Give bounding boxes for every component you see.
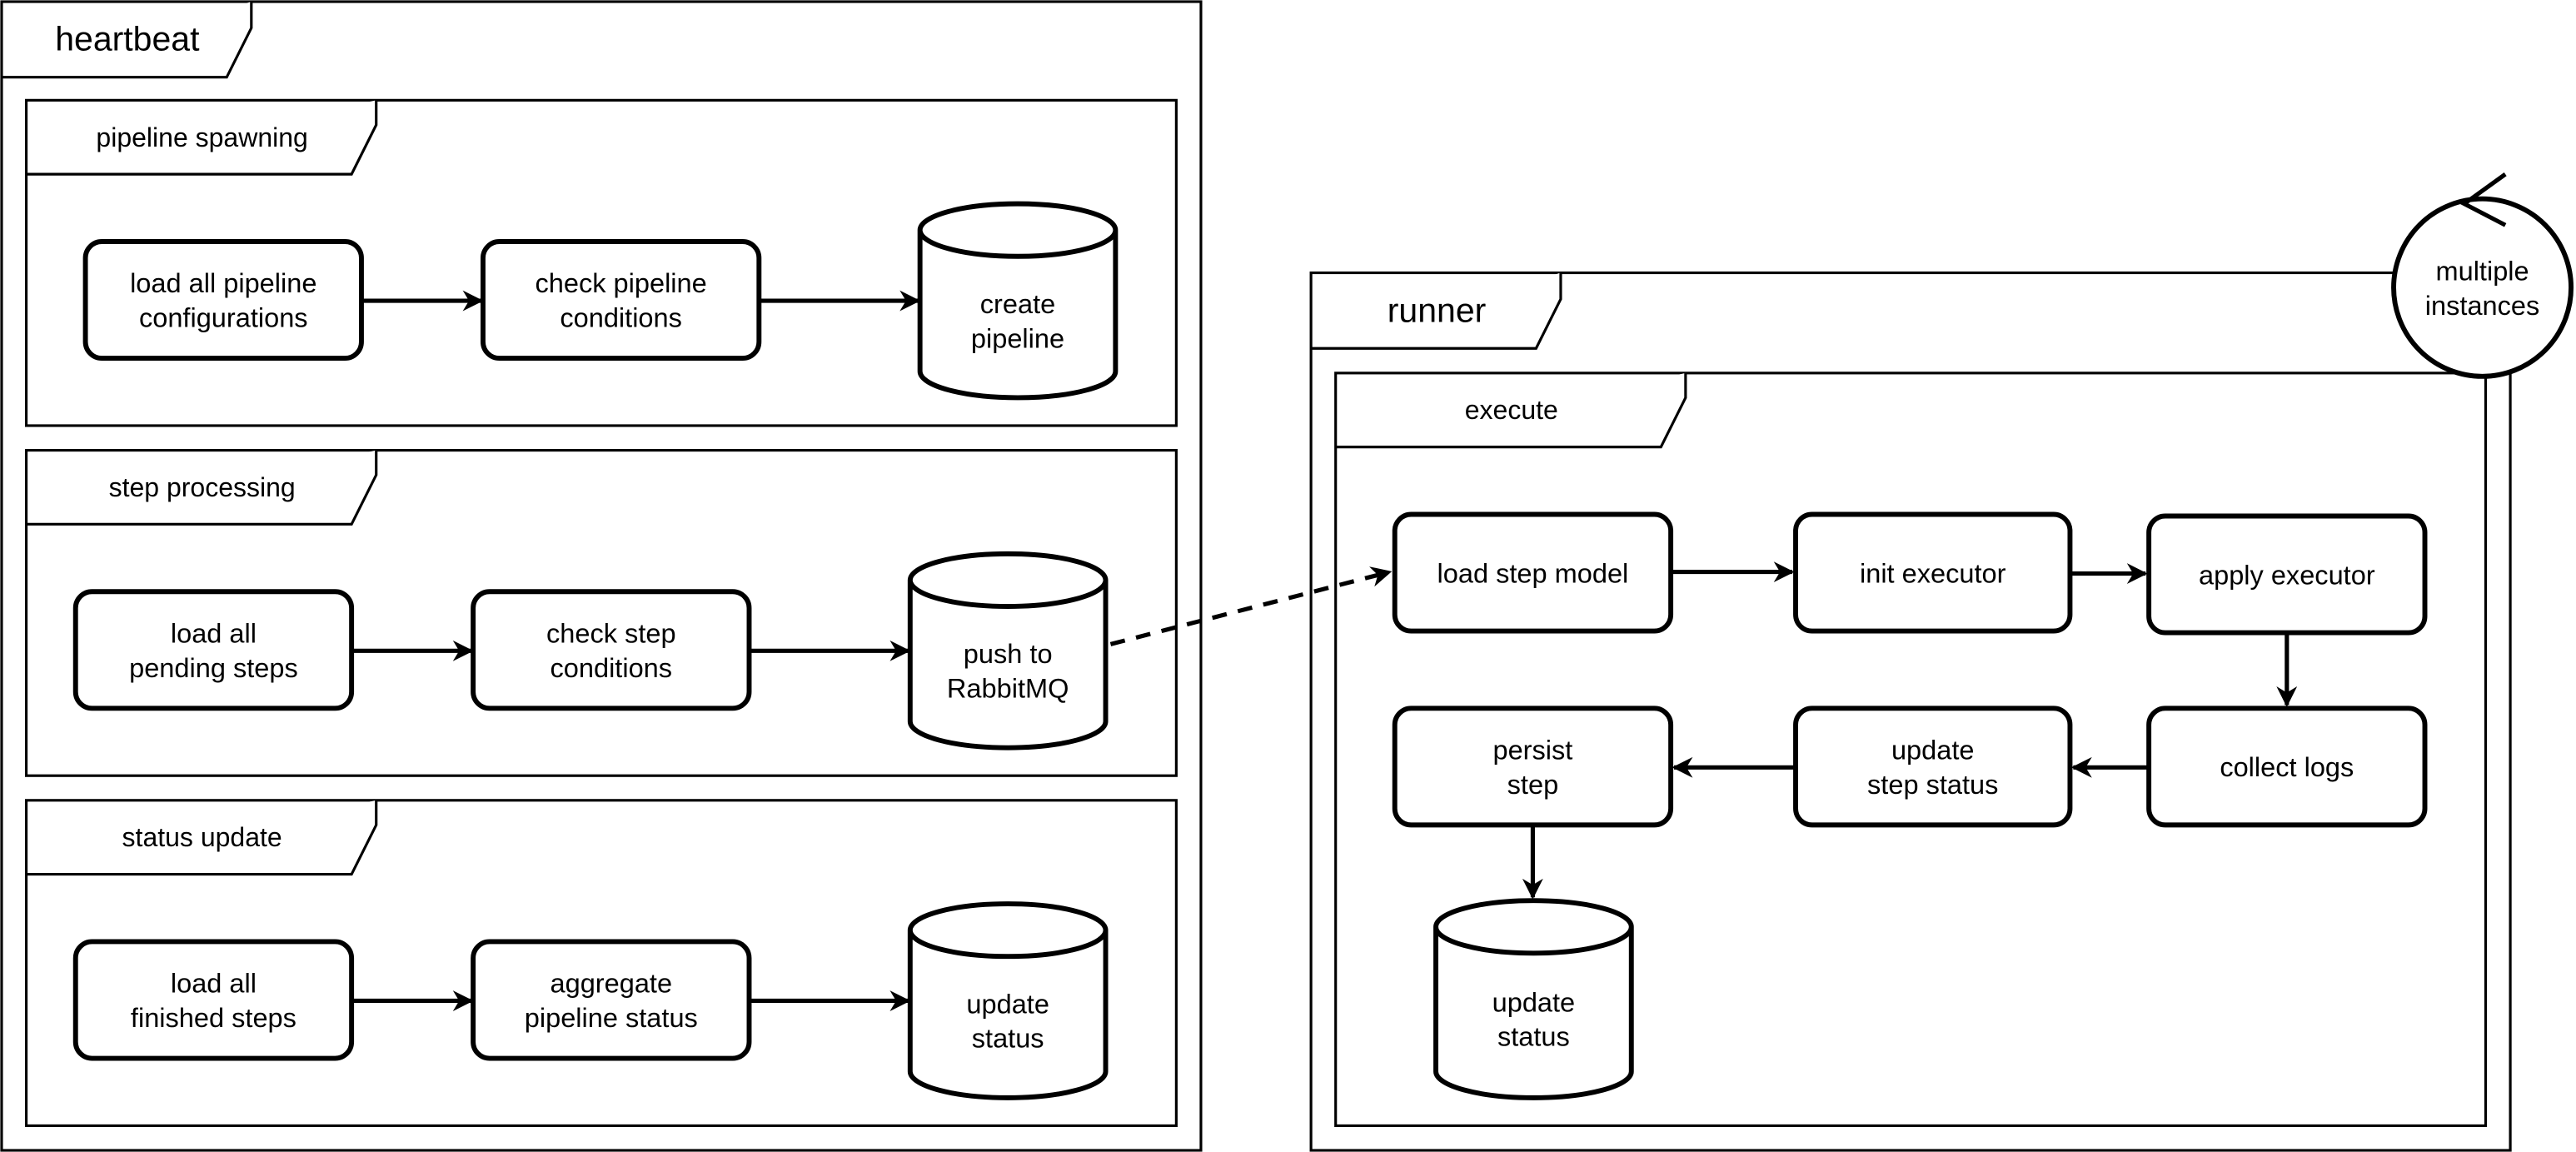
- step-box[interactable]: load all pipeline configurations: [82, 239, 364, 362]
- section-2-title: status update: [122, 822, 282, 853]
- diagram-canvas: load all pipeline configurations check pip…: [0, 0, 2576, 1152]
- step-box-load-step-model[interactable]: load step model: [1392, 511, 1674, 634]
- heartbeat-frame-title: heartbeat: [55, 19, 200, 58]
- step-box[interactable]: load all pending steps: [72, 589, 355, 711]
- step-box-persist-step[interactable]: persist step: [1392, 706, 1674, 828]
- step-box-load-step-model-label: load step model: [1437, 558, 1629, 588]
- section-0-title: pipeline spawning: [96, 122, 308, 152]
- step-box[interactable]: load all finished steps: [72, 939, 355, 1061]
- datastore-cylinder[interactable]: update status: [907, 901, 1109, 1100]
- step-box-collect-logs-label: collect logs: [2220, 752, 2354, 782]
- execute-section-title: execute: [1464, 395, 1558, 426]
- multiple-instances-badge: multiple instances: [2391, 172, 2574, 379]
- step-box-init-executor-label: init executor: [1860, 558, 2006, 588]
- step-box[interactable]: check pipeline conditions: [480, 239, 762, 362]
- step-box-collect-logs[interactable]: collect logs: [2146, 706, 2428, 828]
- runner-frame-title: runner: [1387, 291, 1487, 330]
- step-box-apply-executor[interactable]: apply executor: [2146, 513, 2428, 636]
- step-box-apply-executor-label: apply executor: [2199, 560, 2375, 590]
- step-box[interactable]: check step conditions: [471, 589, 752, 711]
- datastore-cylinder[interactable]: create pipeline: [917, 201, 1119, 401]
- step-box[interactable]: aggregate pipeline status: [471, 939, 752, 1061]
- architecture-diagram: load all pipeline configurations check pip…: [0, 0, 2574, 1152]
- section-1-title: step processing: [108, 471, 296, 502]
- step-box-init-executor[interactable]: init executor: [1793, 511, 2073, 634]
- datastore-cylinder[interactable]: update status: [1433, 898, 1634, 1100]
- datastore-cylinder[interactable]: push to RabbitMQ: [907, 551, 1109, 751]
- step-box-update-step-status[interactable]: update step status: [1793, 706, 2073, 828]
